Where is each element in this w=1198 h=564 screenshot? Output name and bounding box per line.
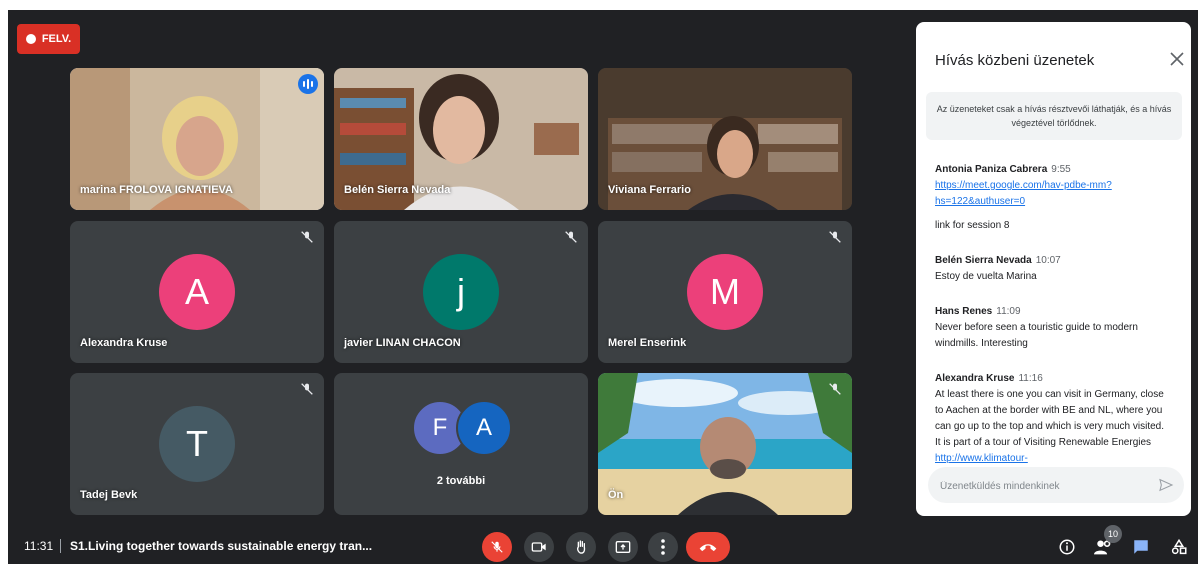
message-text: Estoy de vuelta Marina	[935, 271, 1037, 282]
message-link[interactable]: http://www.klimatour-	[935, 451, 1171, 467]
message-text: link for session 8	[935, 220, 1010, 231]
people-count-badge: 10	[1104, 525, 1122, 543]
recording-badge: FELV.	[17, 24, 80, 54]
participant-name: Belén Sierra Nevada	[344, 184, 451, 196]
participant-tile-self[interactable]: Ön	[598, 373, 852, 515]
participant-name: Merel Enserink	[608, 337, 687, 349]
info-icon	[1059, 539, 1075, 555]
participant-avatar: A	[159, 254, 235, 330]
camera-toggle-button[interactable]	[524, 532, 554, 562]
participant-avatar: T	[159, 406, 235, 482]
more-options-button[interactable]	[648, 532, 678, 562]
meet-stage: FELV. marina FROLOVA IGNATIEVA Belén Sie…	[8, 10, 1198, 564]
message-sender: Alexandra Kruse	[935, 373, 1015, 384]
chat-input-box	[928, 467, 1184, 503]
chat-message: Belén Sierra Nevada 10:07 Estoy de vuelta…	[935, 253, 1171, 285]
more-participants-label: 2 további	[436, 475, 486, 487]
participant-tile-javier[interactable]: j javier LINAN CHACON	[334, 221, 588, 363]
message-link[interactable]: https://meet.google.com/hav-pdbe-mm?hs=1…	[935, 178, 1171, 210]
raise-hand-button[interactable]	[566, 532, 596, 562]
participant-name: Ön	[608, 489, 624, 501]
message-time: 11:16	[1018, 373, 1043, 384]
message-time: 9:55	[1051, 164, 1071, 175]
participant-tile-tadej[interactable]: T Tadej Bevk	[70, 373, 324, 515]
meeting-title: S1.Living together towards sustainable e…	[70, 539, 373, 553]
mic-off-icon	[829, 231, 841, 243]
camera-icon	[531, 542, 546, 552]
recording-dot-icon	[25, 34, 36, 44]
leave-call-button[interactable]	[686, 532, 730, 562]
mic-toggle-button[interactable]	[482, 532, 512, 562]
message-time: 11:09	[996, 306, 1021, 317]
message-sender: Hans Renes	[935, 306, 993, 317]
chat-icon	[1134, 540, 1148, 554]
chat-message: Alexandra Kruse 11:16 At least there is o…	[935, 371, 1171, 467]
participant-avatar: A	[456, 400, 512, 456]
message-time: 10:07	[1035, 255, 1061, 266]
chat-message: Antonia Paniza Cabrera 9:55 https://meet.…	[935, 162, 1171, 234]
activities-icon	[1171, 538, 1187, 555]
message-sender: Belén Sierra Nevada	[935, 255, 1032, 266]
participant-tile-viviana[interactable]: Viviana Ferrario	[598, 68, 852, 210]
chat-message: Hans Renes 11:09 Never before seen a tour…	[935, 304, 1171, 352]
participant-name: marina FROLOVA IGNATIEVA	[80, 184, 233, 196]
chat-button[interactable]	[1130, 536, 1152, 558]
mic-off-icon	[301, 231, 313, 243]
present-button[interactable]	[608, 532, 638, 562]
more-options-icon	[661, 539, 665, 555]
mic-off-icon	[565, 231, 577, 243]
participant-tile-marina[interactable]: marina FROLOVA IGNATIEVA	[70, 68, 324, 210]
participant-tile-others[interactable]: F A 2 további	[334, 373, 588, 515]
message-sender: Antonia Paniza Cabrera	[935, 164, 1048, 175]
mic-off-icon	[829, 383, 841, 395]
recording-label: FELV.	[41, 33, 72, 45]
participant-name: Alexandra Kruse	[80, 337, 168, 349]
chat-panel: Hívás közbeni üzenetek Az üzeneteket csa…	[916, 22, 1191, 516]
raise-hand-icon	[577, 540, 586, 554]
clock-time: 11:31	[24, 539, 54, 553]
message-text: Never before seen a touristic guide to m…	[935, 322, 1138, 349]
participant-name: Viviana Ferrario	[608, 184, 691, 196]
chat-message-input[interactable]	[938, 475, 1142, 497]
participant-tile-merel[interactable]: M Merel Enserink	[598, 221, 852, 363]
mic-off-icon	[491, 541, 503, 553]
chat-message-list: Antonia Paniza Cabrera 9:55 https://meet.…	[935, 162, 1171, 486]
participant-tile-alexandra[interactable]: A Alexandra Kruse	[70, 221, 324, 363]
chat-notice: Az üzeneteket csak a hívás résztvevői lá…	[926, 92, 1182, 140]
participant-avatar: j	[423, 254, 499, 330]
message-text: At least there is one you can visit in G…	[935, 389, 1165, 448]
mic-off-icon	[301, 383, 313, 395]
participant-name: javier LINAN CHACON	[344, 337, 461, 349]
participant-tile-belen[interactable]: Belén Sierra Nevada	[334, 68, 588, 210]
meeting-info-button[interactable]	[1056, 536, 1078, 558]
leave-call-icon	[699, 544, 717, 552]
participant-video	[598, 373, 852, 515]
participant-avatar: M	[687, 254, 763, 330]
speaking-indicator-icon	[298, 74, 318, 94]
bottom-bar: 11:31 S1.Living together towards sustain…	[8, 522, 1198, 564]
chat-title: Hívás közbeni üzenetek	[935, 52, 1095, 69]
participant-name: Tadej Bevk	[80, 489, 138, 501]
divider	[60, 539, 61, 553]
send-icon[interactable]	[1158, 477, 1174, 493]
close-icon[interactable]	[1170, 52, 1184, 66]
activities-button[interactable]	[1168, 536, 1190, 558]
present-screen-icon	[615, 541, 631, 553]
